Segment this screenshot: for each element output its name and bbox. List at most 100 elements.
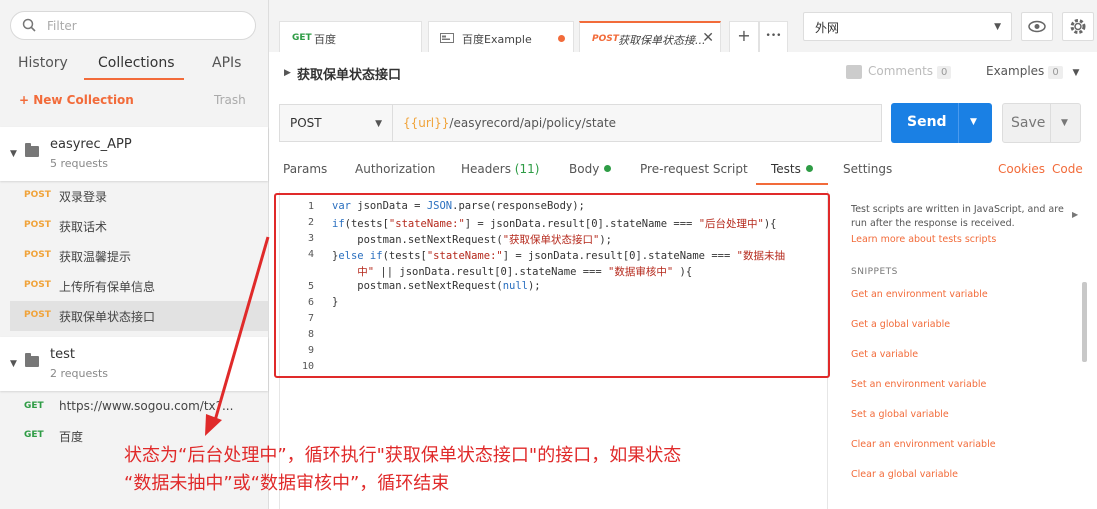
url-path: /easyrecord/api/policy/state [449,116,617,130]
list-item-selected[interactable]: POST 获取保单状态接口 [10,301,268,331]
send-label: Send [907,114,947,130]
learn-more-link[interactable]: Learn more about tests scripts [851,234,996,245]
code-token: JSON [426,200,453,212]
collection-count: 2 requests [50,367,109,380]
tab-headers[interactable]: Headers (11) [461,162,539,176]
chevron-down-icon: ▼ [375,119,382,129]
examples-label: Examples [986,64,1045,78]
comments-button[interactable]: Comments 0 [846,64,952,79]
request-title: 上传所有保单信息 [59,280,156,294]
code-token: null [502,280,528,292]
tab-body[interactable]: Body [569,162,612,176]
snippet-link[interactable]: Get a variable [851,349,918,360]
chevron-down-icon: ▼ [994,22,1001,32]
line-number: 1 [307,201,314,212]
collection-name: easyrec_APP [50,137,132,152]
line-number: 2 [307,217,314,228]
caret-right-icon[interactable]: ▶ [284,68,291,78]
folder-icon [25,353,39,367]
method-select[interactable]: POST ▼ [279,104,393,142]
new-collection-button[interactable]: + New Collection [19,93,134,107]
tab-baidu-example[interactable]: 百度Example [428,21,574,52]
url-variable: {{url}} [403,116,450,130]
collection-test[interactable]: ▼ test 2 requests [0,337,268,391]
add-tab-button[interactable]: + [729,21,759,52]
list-item[interactable]: POST 获取话术 [10,211,268,241]
examples-button[interactable]: Examples 0 ▼ [986,64,1079,79]
caret-down-icon: ▼ [10,149,17,159]
tab-policy-state[interactable]: POST 获取保单状态接... ✕ [579,21,721,52]
annotation-text: 状态为“后台处理中”，循环执行"获取保单状态接口"的接口，如果状态 “数据未抽中… [124,442,681,498]
list-item[interactable]: GET https://www.sogou.com/tx?... [10,392,268,422]
snippet-link[interactable]: Get an environment variable [851,289,988,300]
method-badge: GET [24,401,44,411]
tab-settings[interactable]: Settings [843,162,892,176]
code-line: var jsonData = JSON.parse(responseBody); [332,200,585,212]
url-value: {{url}}/easyrecord/api/policy/state [403,116,616,130]
collapse-panel-icon[interactable]: ▶ [1072,210,1078,219]
tab-title: 百度Example [462,33,532,46]
tab-params[interactable]: Params [283,162,327,176]
tab-tests[interactable]: Tests [771,162,813,176]
method-value: POST [290,116,322,130]
line-number: 9 [307,345,314,356]
code-token: "数据未抽 [736,250,785,262]
annotation-line: “数据未抽中”或“数据审核中”，循环结束 [124,473,450,494]
method-badge: POST [24,280,51,290]
snippet-link[interactable]: Clear an environment variable [851,439,996,450]
collection-easyrec[interactable]: ▼ easyrec_APP 5 requests [0,127,268,181]
snippet-link[interactable]: Set an environment variable [851,379,986,390]
list-item[interactable]: POST 双录登录 [10,181,268,211]
tab-prerequest-script[interactable]: Pre-request Script [640,162,748,176]
chevron-down-icon: ▼ [1072,68,1080,78]
line-number: 10 [301,361,314,372]
active-subtab-indicator [756,183,828,185]
tab-authorization[interactable]: Authorization [355,162,435,176]
code-token: "stateName:" [388,218,465,230]
request-title: https://www.sogou.com/tx?... [59,399,234,413]
annotation-line: 状态为“后台处理中”，循环执行"获取保单状态接口"的接口，如果状态 [124,445,682,466]
code-token: "stateName:" [426,250,503,262]
list-item[interactable]: POST 获取温馨提示 [10,241,268,271]
chevron-down-icon[interactable]: ▼ [1061,118,1068,128]
tests-label: Tests [771,162,801,176]
code-token: var [332,200,351,212]
save-button[interactable]: Save ▼ [1002,103,1081,143]
tab-apis[interactable]: APIs [212,55,241,71]
tab-baidu[interactable]: GET 百度 [279,21,422,52]
examples-count: 0 [1048,66,1063,79]
manage-environments-button[interactable] [1062,12,1094,41]
send-button[interactable]: Send ▼ [891,103,992,143]
code-line: }else if(tests["stateName:"] = jsonData.… [332,250,785,262]
save-label: Save [1011,115,1046,131]
more-tabs-button[interactable]: ••• [759,21,788,52]
postman-window: Filter History Collections APIs + New Co… [0,0,1097,509]
method-badge: GET [24,430,44,440]
snippet-link[interactable]: Set a global variable [851,409,949,420]
url-input[interactable]: {{url}}/easyrecord/api/policy/state [393,104,882,142]
snippets-scrollbar[interactable] [1082,282,1087,362]
environment-select[interactable]: 外网 ▼ [803,12,1012,41]
trash-link[interactable]: Trash [214,93,246,107]
status-dot-icon [604,165,612,172]
code-line: postman.setNextRequest("获取保单状态接口"); [332,234,612,246]
close-icon[interactable]: ✕ [702,30,714,46]
filter-placeholder: Filter [47,19,77,33]
tab-collections[interactable]: Collections [98,55,175,71]
list-item[interactable]: POST 上传所有保单信息 [10,271,268,301]
unsaved-dot-icon [558,35,565,42]
chevron-down-icon[interactable]: ▼ [970,117,977,127]
code-link[interactable]: Code [1052,162,1083,176]
gear-icon [1070,19,1086,34]
filter-input[interactable]: Filter [10,11,256,40]
tab-title: 获取保单状态接... [618,34,706,47]
code-token: 中" [332,266,375,278]
snippet-link[interactable]: Clear a global variable [851,469,958,480]
request-title: 百度 [59,430,84,444]
tab-history[interactable]: History [18,55,68,71]
line-number: 8 [307,329,314,340]
snippet-link[interactable]: Get a global variable [851,319,950,330]
environment-quick-look-button[interactable] [1021,12,1053,41]
cookies-link[interactable]: Cookies [998,162,1045,176]
headers-label: Headers [461,162,511,176]
